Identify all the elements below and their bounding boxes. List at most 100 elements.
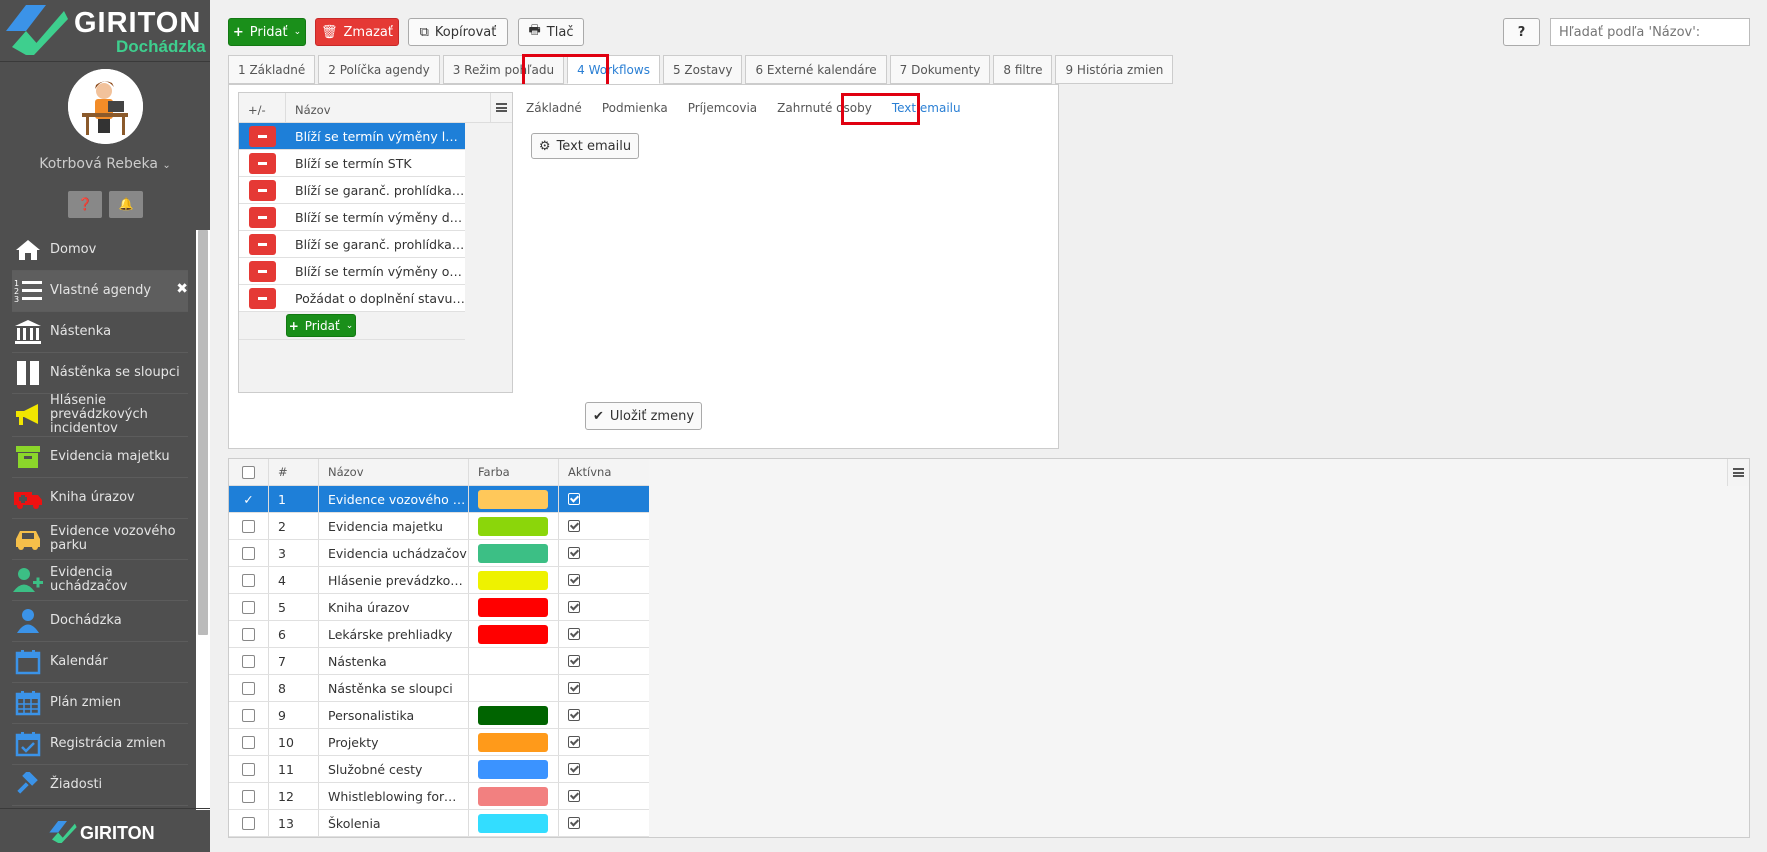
copy-button[interactable]: ⧉ Kopírovať	[408, 18, 508, 46]
table-row[interactable]: 5 Kniha úrazov	[229, 594, 649, 621]
remove-workflow-button[interactable]	[249, 125, 276, 147]
caret-down-icon: ⌄	[293, 27, 302, 37]
sidebar-item-11[interactable]: Plán zmien	[12, 683, 188, 724]
agendas-grid-menu-button[interactable]	[1727, 459, 1749, 486]
delete-button[interactable]: 🗑 Zmazať	[315, 18, 399, 46]
table-row[interactable]: 8 Nástěnka se sloupci	[229, 675, 649, 702]
grid-menu-button[interactable]	[490, 93, 512, 122]
subtab-1[interactable]: Podmienka	[602, 101, 668, 115]
remove-workflow-button[interactable]	[249, 260, 276, 282]
sidebar-item-3[interactable]: Nástěnka se sloupci	[12, 353, 188, 394]
calendar-check-icon	[12, 729, 44, 759]
help-toolbar-button[interactable]: ?	[1503, 18, 1540, 46]
table-row[interactable]: 10 Projekty	[229, 729, 649, 756]
workflow-row[interactable]: Blíží se garanč. prohlídka vozidla	[239, 177, 465, 204]
workflow-row[interactable]: Blíží se termín výměny dálniční známky	[239, 204, 465, 231]
table-row[interactable]: ✓ 1 Evidence vozového parku	[229, 486, 649, 513]
sidebar-item-9[interactable]: Dochádzka	[12, 601, 188, 642]
table-row[interactable]: 7 Nástenka	[229, 648, 649, 675]
subtab-2[interactable]: Príjemcovia	[688, 101, 757, 115]
row-checkbox[interactable]	[242, 573, 255, 587]
col-name-header[interactable]: Názov	[319, 459, 469, 485]
col-color-header[interactable]: Farba	[469, 459, 559, 485]
col-name-header[interactable]: Názov	[286, 93, 490, 122]
remove-workflow-button[interactable]	[249, 287, 276, 309]
remove-workflow-button[interactable]	[249, 179, 276, 201]
workflow-row[interactable]: Požádat o doplnění stavu tachometru	[239, 285, 465, 312]
row-name-cell: Služobné cesty	[319, 756, 469, 782]
sidebar-item-4[interactable]: Hlásenie prevádzkových incidentov	[12, 394, 188, 437]
row-checkbox[interactable]	[242, 681, 255, 695]
close-icon[interactable]: ✖	[176, 281, 188, 297]
search-input[interactable]	[1550, 18, 1750, 46]
tab-8[interactable]: 8 filtre	[993, 55, 1053, 84]
table-row[interactable]: 11 Služobné cesty	[229, 756, 649, 783]
sidebar-item-2[interactable]: Nástenka	[12, 312, 188, 353]
sidebar-item-0[interactable]: Domov	[12, 230, 188, 271]
row-checkbox[interactable]	[242, 546, 255, 560]
tab-6[interactable]: 6 Externé kalendáre	[745, 55, 887, 84]
col-num-header[interactable]: #	[269, 459, 319, 485]
col-active-header[interactable]: Aktívna	[559, 459, 649, 485]
remove-workflow-button[interactable]	[249, 206, 276, 228]
tab-2[interactable]: 2 Políčka agendy	[318, 55, 440, 84]
bell-icon: 🔔	[118, 197, 134, 211]
sidebar-item-13[interactable]: Žiadosti	[12, 765, 188, 806]
remove-workflow-button[interactable]	[249, 233, 276, 255]
sidebar-item-8[interactable]: Evidencia uchádzačov	[12, 560, 188, 601]
tab-1[interactable]: 1 Základné	[228, 55, 316, 84]
subtab-4[interactable]: Text emailu	[892, 101, 961, 115]
tab-5[interactable]: 5 Zostavy	[662, 55, 743, 84]
row-checkbox[interactable]	[242, 708, 255, 722]
row-checkbox[interactable]: ✓	[243, 492, 253, 507]
row-checkbox[interactable]	[242, 762, 255, 776]
row-checkbox[interactable]	[242, 600, 255, 614]
row-checkbox[interactable]	[242, 735, 255, 749]
row-checkbox[interactable]	[242, 627, 255, 641]
sidebar-item-10[interactable]: Kalendár	[12, 642, 188, 683]
sidebar-item-12[interactable]: Registrácia zmien	[12, 724, 188, 765]
add-workflow-button[interactable]: + Pridať ⌄	[286, 314, 356, 337]
print-button[interactable]: 🖶 Tlač	[518, 18, 584, 46]
tab-9[interactable]: 9 História zmien	[1055, 55, 1174, 84]
table-row[interactable]: 2 Evidencia majetku	[229, 513, 649, 540]
checked-box-icon	[568, 574, 580, 586]
row-checkbox[interactable]	[242, 654, 255, 668]
subtab-0[interactable]: Základné	[526, 101, 582, 115]
add-button[interactable]: + Pridať ⌄	[228, 18, 306, 46]
table-row[interactable]: 9 Personalistika	[229, 702, 649, 729]
sidebar-scrollbar[interactable]	[198, 230, 208, 635]
subtab-3[interactable]: Zahrnuté osoby	[777, 101, 872, 115]
workflow-row[interactable]: Blíží se termín STK	[239, 150, 465, 177]
table-row[interactable]: 12 Whistleblowing formulár	[229, 783, 649, 810]
sidebar-item-1[interactable]: 1 2 3 Vlastné agendy ✖	[12, 271, 188, 312]
help-button[interactable]: ❓	[68, 191, 102, 218]
remove-workflow-button[interactable]	[249, 152, 276, 174]
tab-7[interactable]: 7 Dokumenty	[889, 55, 991, 84]
user-menu[interactable]: Kotrbová Rebeka ⌄	[0, 156, 210, 172]
sidebar-item-6[interactable]: Kniha úrazov	[12, 478, 188, 519]
workflow-row[interactable]: Blíží se termín výměny lékárny	[239, 123, 465, 150]
notifications-button[interactable]: 🔔	[109, 191, 143, 218]
workflow-row[interactable]: Blíží se garanč. prohlídka vozidla	[239, 231, 465, 258]
save-button[interactable]: ✔ Uložiť zmeny	[585, 402, 702, 430]
sidebar-item-7[interactable]: Evidence vozového parku	[12, 519, 188, 560]
tab-3[interactable]: 3 Režim pohľadu	[442, 55, 565, 84]
select-all-checkbox[interactable]	[242, 465, 255, 479]
table-row[interactable]: 13 Školenia	[229, 810, 649, 837]
table-row[interactable]: 3 Evidencia uchádzačov	[229, 540, 649, 567]
sidebar-item-5[interactable]: Evidencia majetku	[12, 437, 188, 478]
color-swatch	[478, 489, 548, 509]
workflow-row[interactable]: Blíží se termín výměny oleje	[239, 258, 465, 285]
tab-4[interactable]: 4 Workflows	[567, 55, 660, 84]
table-row[interactable]: 6 Lekárske prehliadky	[229, 621, 649, 648]
email-text-button[interactable]: ⚙ Text emailu	[531, 133, 639, 159]
avatar[interactable]	[68, 69, 143, 144]
logo[interactable]: GIRITON Dochádzka	[6, 5, 206, 57]
table-row[interactable]: 4 Hlásenie prevádzkových incidentov	[229, 567, 649, 594]
row-select-cell	[229, 675, 269, 701]
row-checkbox[interactable]	[242, 789, 255, 803]
car-icon	[12, 524, 44, 554]
row-checkbox[interactable]	[242, 519, 255, 533]
row-checkbox[interactable]	[242, 816, 255, 830]
